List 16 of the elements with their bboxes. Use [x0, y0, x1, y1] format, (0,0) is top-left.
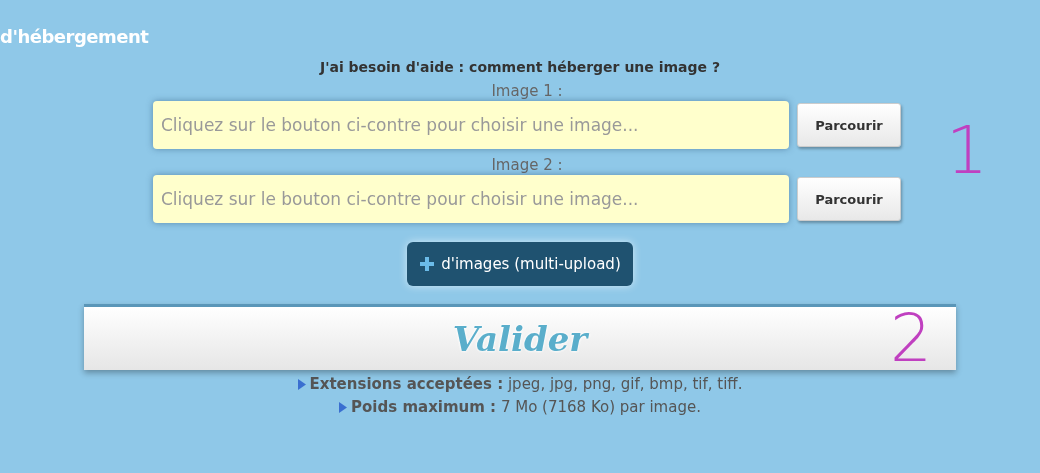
field-label: Image 2 : [491, 155, 563, 175]
annotation-number: 1 [946, 118, 988, 184]
page-title: d'hébergement [0, 26, 149, 47]
annotation-number: 2 [890, 306, 932, 372]
triangle-icon [297, 378, 306, 390]
file-input-field[interactable]: Cliquez sur le bouton ci-contre pour choisir une image... [153, 175, 789, 223]
browse-button[interactable]: Parcourir [797, 177, 901, 221]
file-input-field[interactable]: Cliquez sur le bouton ci-contre pour choisir une image... [153, 101, 789, 149]
field-label: Image 1 : [491, 81, 563, 101]
triangle-icon [339, 401, 348, 413]
info-text: Extensions acceptées : jpeg, jpg, png, gif, bmp, tif, tiff. [309, 375, 743, 393]
browse-button[interactable]: Parcourir [797, 103, 901, 147]
help-link[interactable]: J'ai besoin d'aide : comment héberger une image ? [319, 59, 721, 75]
info-text: Poids maximum : 7 Mo (7168 Ko) par image. [351, 398, 701, 416]
multi-upload-button[interactable]: d'images (multi-upload) [407, 242, 633, 286]
plus-icon [419, 256, 436, 272]
